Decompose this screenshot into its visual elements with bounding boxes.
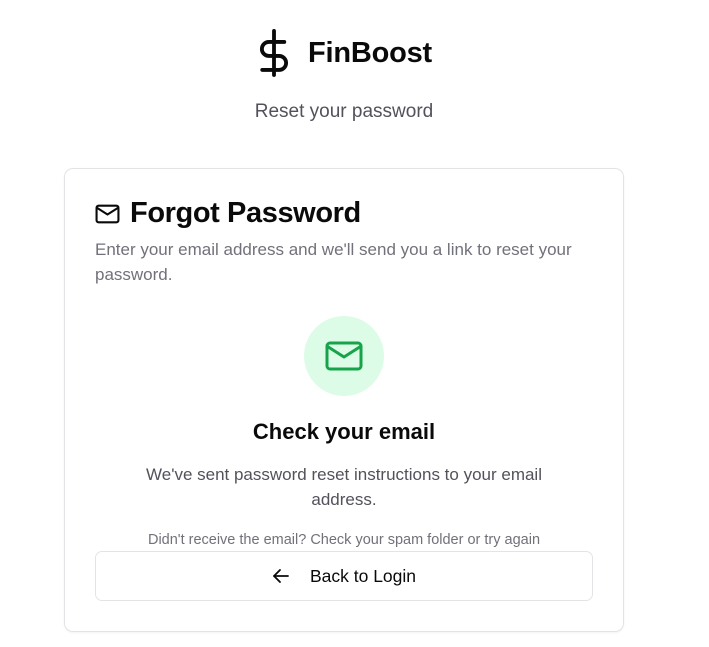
status-message: We've sent password reset instructions t… — [146, 465, 542, 509]
forgot-password-card: Forgot Password Enter your email address… — [64, 168, 624, 632]
back-to-login-label: Back to Login — [309, 565, 417, 586]
dollar-sign-icon — [259, 29, 288, 77]
arrow-left-icon — [273, 569, 289, 583]
brand-header: FinBoost — [0, 28, 688, 78]
spam-note: Didn't receive the email? Check your spa… — [147, 532, 541, 548]
brand-name: FinBoost — [307, 36, 433, 69]
page-subtitle: Reset your password — [254, 101, 434, 122]
mail-icon — [325, 341, 363, 371]
back-to-login-button[interactable]: Back to Login — [95, 551, 593, 601]
status-heading: Check your email — [252, 419, 436, 444]
card-description: Enter your email address and we'll send … — [95, 240, 572, 284]
mail-icon — [95, 204, 120, 223]
card-header: Forgot Password — [95, 197, 361, 230]
card-title: Forgot Password — [130, 197, 361, 229]
email-sent-badge — [304, 316, 384, 396]
